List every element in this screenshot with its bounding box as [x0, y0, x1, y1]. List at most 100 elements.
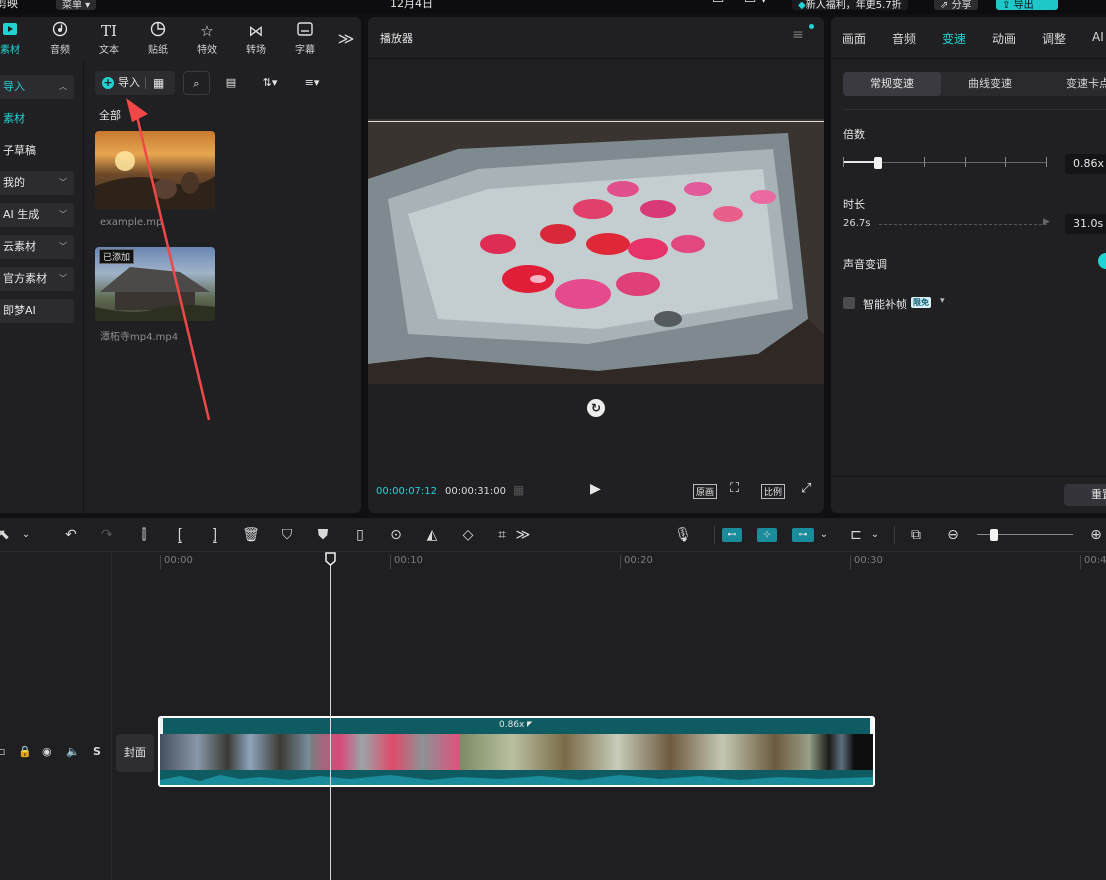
- microphone-icon[interactable]: 🎙: [673, 527, 693, 543]
- share-button[interactable]: ⇗ 分享: [934, 0, 978, 11]
- tab-transition[interactable]: ⋈ 转场: [236, 21, 276, 56]
- filter-button[interactable]: ≡▾: [296, 71, 328, 95]
- slider-knob[interactable]: [990, 529, 999, 541]
- menu-icon[interactable]: ≡: [792, 27, 804, 43]
- sidebar-item-subdraft[interactable]: 子草稿: [0, 139, 74, 163]
- sidebar-item-media[interactable]: 素材: [0, 107, 74, 131]
- tab-text[interactable]: TI 文本: [89, 21, 129, 56]
- sidebar-item-cloud[interactable]: 云素材 ﹀: [0, 235, 74, 259]
- marker-icon[interactable]: ⛉: [277, 527, 297, 543]
- multiplier-label: 倍数: [843, 128, 865, 141]
- playhead[interactable]: [330, 556, 331, 880]
- tab-audio[interactable]: 音频: [40, 21, 80, 56]
- smart-fill-checkbox[interactable]: [843, 297, 855, 309]
- ruler-label: 00:40: [1084, 555, 1106, 566]
- tab-adjust[interactable]: 调整: [1042, 30, 1066, 47]
- chevron-down-icon[interactable]: ⌄: [814, 527, 834, 543]
- mirror-icon[interactable]: ◭: [422, 527, 442, 543]
- tab-effects[interactable]: ☆ 特效: [187, 21, 227, 56]
- fullscreen-icon[interactable]: ⤢: [801, 481, 811, 496]
- original-quality-button[interactable]: 原画: [693, 484, 718, 499]
- export-button[interactable]: ⇪ 导出: [996, 0, 1058, 11]
- timeline-grid-icon[interactable]: ▦: [513, 483, 524, 497]
- tab-speed[interactable]: 变速: [942, 30, 966, 47]
- subtab-beat-speed[interactable]: 变速卡点: [1039, 72, 1106, 96]
- tab-audio-settings[interactable]: 音频: [892, 30, 916, 47]
- video-preview[interactable]: [368, 119, 824, 384]
- reset-button[interactable]: 重置: [1064, 484, 1106, 506]
- aspect-ratio-button[interactable]: 比例: [761, 484, 786, 499]
- tab-sticker[interactable]: 贴纸: [138, 21, 178, 56]
- chevron-down-icon[interactable]: ⌄: [16, 527, 36, 543]
- zoom-in-icon[interactable]: ⊕: [1086, 527, 1106, 543]
- zoom-out-icon[interactable]: ⊖: [943, 527, 963, 543]
- redo-icon[interactable]: ↷: [97, 527, 117, 543]
- clip-trim-handle-left[interactable]: [160, 718, 163, 734]
- eye-icon[interactable]: ◉: [42, 745, 52, 758]
- snap-icon[interactable]: ⊹: [757, 528, 777, 542]
- tab-picture[interactable]: 画面: [842, 30, 866, 47]
- layout-icon[interactable]: ▭: [712, 0, 724, 7]
- diamond-icon: ◆: [798, 0, 806, 11]
- slider-tick: [1046, 157, 1047, 167]
- sidebar-item-import[interactable]: 导入 ︿: [0, 75, 74, 99]
- cover-button[interactable]: 封面: [116, 734, 154, 772]
- playhead-handle-icon[interactable]: [325, 552, 336, 566]
- sidebar-item-ai-generate[interactable]: AI 生成 ﹀: [0, 203, 74, 227]
- chevron-down-icon[interactable]: ⌄: [865, 527, 885, 543]
- menu-button[interactable]: 菜单 ▾: [56, 0, 97, 11]
- crop-icon[interactable]: ⌗: [492, 527, 512, 543]
- multiplier-input[interactable]: 0.86x: [1065, 154, 1106, 174]
- split-icon[interactable]: ⫿: [134, 527, 154, 543]
- undo-icon[interactable]: ↶: [61, 527, 81, 543]
- screen-icon[interactable]: ▭ ▾: [744, 0, 767, 7]
- shield-icon[interactable]: ⛊: [313, 527, 333, 543]
- sort-button[interactable]: ⇅▾: [254, 71, 286, 95]
- clip-trim-handle-right[interactable]: [870, 718, 873, 734]
- tab-animation[interactable]: 动画: [992, 30, 1016, 47]
- cursor-select-icon[interactable]: ⬉: [0, 527, 14, 543]
- preview-axis-icon[interactable]: ⊏: [846, 527, 866, 543]
- sidebar-item-jimeng[interactable]: 即梦AI: [0, 299, 74, 323]
- duration-input[interactable]: 31.0s: [1065, 214, 1106, 234]
- more-tools-icon[interactable]: ≫: [513, 527, 533, 543]
- main-track-magnet-icon[interactable]: ⊷: [722, 528, 742, 542]
- slider-knob[interactable]: [873, 157, 882, 169]
- sidebar-item-mine[interactable]: 我的 ﹀: [0, 171, 74, 195]
- ruler-tick: [1080, 555, 1081, 569]
- tab-media[interactable]: 素材: [0, 21, 30, 56]
- fit-screen-icon[interactable]: ⛶: [730, 481, 739, 496]
- reverse-play-icon[interactable]: ⊙: [386, 527, 406, 543]
- multiplier-slider[interactable]: [843, 157, 1047, 169]
- filter-all-label[interactable]: 全部: [99, 107, 121, 123]
- sidebar-item-official[interactable]: 官方素材 ﹀: [0, 267, 74, 291]
- speaker-icon[interactable]: 🔈: [66, 745, 80, 758]
- delete-icon[interactable]: 🗑: [241, 527, 261, 543]
- view-mode-button[interactable]: ▤: [220, 71, 242, 95]
- more-tabs-icon[interactable]: ≫: [326, 29, 366, 48]
- freeze-frame-icon[interactable]: ▯: [350, 527, 370, 543]
- lock-icon[interactable]: 🔒: [18, 745, 32, 758]
- trim-left-icon[interactable]: ⦋: [170, 527, 190, 543]
- video-clip[interactable]: 0.86x ◤: [158, 716, 875, 787]
- track-lock-toggle-icon[interactable]: ▫: [0, 745, 5, 758]
- chevron-down-icon[interactable]: ▾: [940, 296, 945, 306]
- trim-right-icon[interactable]: ⦌: [205, 527, 225, 543]
- rotate-icon[interactable]: ◇: [458, 527, 478, 543]
- subtab-curve-speed[interactable]: 曲线变速: [941, 72, 1039, 96]
- track-s-label[interactable]: S: [93, 745, 101, 758]
- rotate-icon[interactable]: ↻: [587, 399, 605, 417]
- zoom-slider[interactable]: [977, 529, 1073, 541]
- tab-ai[interactable]: AI: [1092, 30, 1104, 44]
- plus-icon: +: [102, 76, 114, 89]
- screen-preview-icon[interactable]: ⧉: [906, 527, 926, 543]
- smart-fill-label: 智能补帧: [863, 298, 907, 311]
- subtab-normal-speed[interactable]: 常规变速: [843, 72, 941, 96]
- share-icon: ⇗: [940, 0, 949, 11]
- ruler-tick: [850, 555, 851, 569]
- pitch-toggle[interactable]: [1098, 253, 1106, 269]
- tab-subtitle[interactable]: 字幕: [285, 21, 325, 56]
- link-icon[interactable]: ⊶: [792, 528, 814, 542]
- promo-banner[interactable]: ◆新人福利，年更5.7折: [792, 0, 908, 11]
- play-icon[interactable]: ▶: [590, 481, 601, 497]
